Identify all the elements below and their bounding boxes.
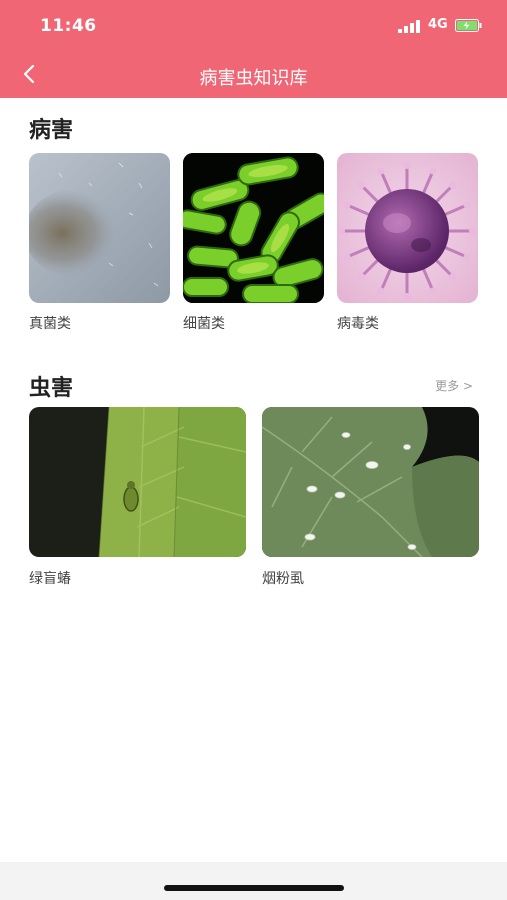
green-plant-bug-image <box>29 407 246 557</box>
virus-image <box>337 153 478 303</box>
pest-item-label: 烟粉虱 <box>262 571 304 587</box>
whitefly-image <box>262 407 479 557</box>
pest-section-title: 虫害 <box>29 376 74 401</box>
disease-section-title: 病害 <box>29 118 74 143</box>
disease-item-label: 细菌类 <box>183 316 225 332</box>
disease-item-fungi[interactable]: 真菌类 <box>29 153 170 332</box>
network-type: 4G <box>428 17 448 32</box>
bacteria-image <box>183 153 324 303</box>
pest-item-label: 绿盲蝽 <box>29 571 71 587</box>
home-indicator[interactable] <box>164 885 344 891</box>
pest-item-green-plant-bug[interactable]: 绿盲蝽 <box>29 407 246 587</box>
battery-icon <box>455 19 482 32</box>
status-bar: 11:46 4G <box>0 0 507 52</box>
nav-bar: 病害虫知识库 <box>0 52 507 98</box>
pest-more-link[interactable]: 更多 > <box>435 377 473 394</box>
disease-item-label: 真菌类 <box>29 316 71 332</box>
status-time: 11:46 <box>40 16 97 36</box>
disease-item-label: 病毒类 <box>337 316 379 332</box>
page-title: 病害虫知识库 <box>199 68 308 89</box>
bottom-bar <box>0 862 507 900</box>
app-header: 11:46 4G 病害虫知识库 <box>0 0 507 98</box>
signal-icon <box>398 20 420 33</box>
fungi-image <box>29 153 170 303</box>
pest-item-whitefly[interactable]: 烟粉虱 <box>262 407 479 587</box>
disease-item-bacteria[interactable]: 细菌类 <box>183 153 324 332</box>
disease-item-virus[interactable]: 病毒类 <box>337 153 478 332</box>
